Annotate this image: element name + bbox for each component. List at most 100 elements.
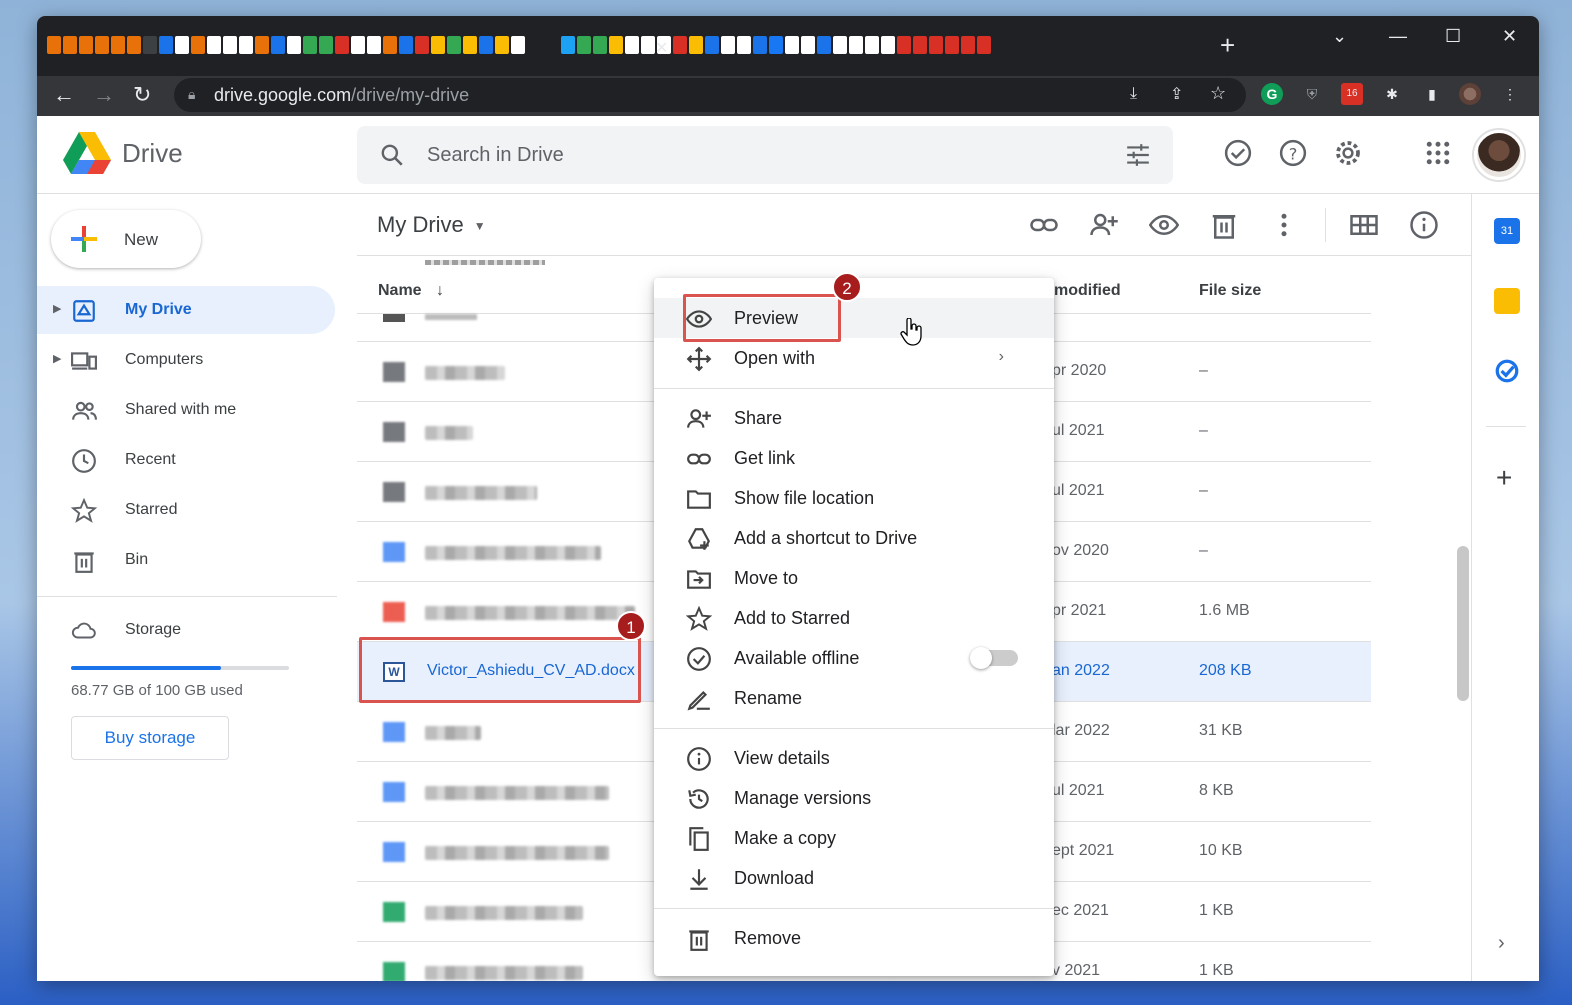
tab-favicon-icon[interactable]: [561, 36, 575, 54]
tab-favicon-icon[interactable]: [431, 36, 445, 54]
grammarly-extension-icon[interactable]: G: [1261, 83, 1283, 105]
buy-storage-button[interactable]: Buy storage: [71, 716, 229, 760]
tab-favicon-icon[interactable]: [383, 36, 397, 54]
tab-favicon-icon[interactable]: [737, 36, 751, 54]
tab-favicon-icon[interactable]: [207, 36, 221, 54]
tab-favicon-icon[interactable]: [849, 36, 863, 54]
tab-favicon-icon[interactable]: [47, 36, 61, 54]
new-button[interactable]: New: [51, 210, 201, 268]
tab-favicon-icon[interactable]: [223, 36, 237, 54]
column-name[interactable]: Name ↓: [378, 282, 444, 300]
tab-favicon-icon[interactable]: [111, 36, 125, 54]
close-window-button[interactable]: ✕: [1502, 26, 1517, 47]
tab-favicon-icon[interactable]: [593, 36, 607, 54]
offline-toggle[interactable]: [970, 647, 1018, 669]
tab-favicon-icon[interactable]: [303, 36, 317, 54]
tab-favicon-icon[interactable]: [881, 36, 895, 54]
maximize-button[interactable]: ☐: [1445, 26, 1461, 47]
tab-favicon-icon[interactable]: [159, 36, 173, 54]
more-vertical-icon[interactable]: [1269, 210, 1299, 240]
calendar-app-icon[interactable]: 31: [1494, 218, 1520, 244]
tab-favicon-icon[interactable]: [239, 36, 253, 54]
tab-favicon-icon[interactable]: [673, 36, 687, 54]
tab-favicon-icon[interactable]: [945, 36, 959, 54]
tab-favicon-icon[interactable]: [495, 36, 509, 54]
menu-item-manage-versions[interactable]: Manage versions: [654, 778, 1054, 818]
eye-icon[interactable]: [1149, 210, 1179, 240]
tab-favicon-icon[interactable]: [865, 36, 879, 54]
shield-extension-icon[interactable]: ⛨: [1301, 83, 1323, 105]
tab-favicon-icon[interactable]: [913, 36, 927, 54]
tab-favicon-icon[interactable]: [479, 36, 493, 54]
profile-avatar[interactable]: [1459, 83, 1481, 105]
tasks-app-icon[interactable]: [1494, 358, 1520, 384]
tab-favicon-icon[interactable]: [769, 36, 783, 54]
sidebar-item-storage[interactable]: Storage: [37, 606, 335, 654]
keep-app-icon[interactable]: [1494, 288, 1520, 314]
tab-search-icon[interactable]: ⌄: [1332, 26, 1347, 47]
tab-favicon-icon[interactable]: [335, 36, 349, 54]
tab-favicon-icon[interactable]: [191, 36, 205, 54]
person-add-icon[interactable]: [1089, 210, 1119, 240]
reload-icon[interactable]: ↻: [133, 82, 151, 108]
new-tab-button[interactable]: +: [1220, 32, 1235, 58]
menu-item-rename[interactable]: Rename: [654, 678, 1054, 718]
menu-item-share[interactable]: Share: [654, 398, 1054, 438]
back-icon[interactable]: ←: [53, 82, 75, 108]
column-modified[interactable]: modified: [1054, 282, 1121, 300]
tab-favicon-icon[interactable]: [689, 36, 703, 54]
search-bar[interactable]: Search in Drive: [357, 126, 1173, 184]
sidebar-item-starred[interactable]: Starred: [37, 486, 335, 534]
link-icon[interactable]: [1029, 210, 1059, 240]
tab-favicon-icon[interactable]: [399, 36, 413, 54]
menu-item-download[interactable]: Download: [654, 858, 1054, 898]
info-icon[interactable]: [1409, 210, 1439, 240]
tab-favicon-icon[interactable]: [929, 36, 943, 54]
menu-item-add-a-shortcut-to-drive[interactable]: Add a shortcut to Drive: [654, 518, 1054, 558]
tab-favicon-icon[interactable]: [351, 36, 365, 54]
sidebar-item-bin[interactable]: Bin: [37, 536, 335, 584]
tab-favicon-icon[interactable]: [801, 36, 815, 54]
forward-icon[interactable]: →: [93, 82, 115, 108]
tab-favicon-icon[interactable]: [175, 36, 189, 54]
tab-favicon-icon[interactable]: [833, 36, 847, 54]
tab-favicon-icon[interactable]: [79, 36, 93, 54]
sidebar-item-recent[interactable]: Recent: [37, 436, 335, 484]
tab-favicon-icon[interactable]: [753, 36, 767, 54]
menu-item-add-to-starred[interactable]: Add to Starred: [654, 598, 1054, 638]
tab-favicon-icon[interactable]: [319, 36, 333, 54]
menu-item-show-file-location[interactable]: Show file location: [654, 478, 1054, 518]
tab-favicon-icon[interactable]: [577, 36, 591, 54]
menu-item-make-a-copy[interactable]: Make a copy: [654, 818, 1054, 858]
tab-favicon-icon[interactable]: [609, 36, 623, 54]
get-addons-plus-icon[interactable]: +: [1496, 462, 1512, 494]
tab-favicon-icon[interactable]: [721, 36, 735, 54]
tab-favicon-icon[interactable]: [367, 36, 381, 54]
tab-favicon-icon[interactable]: [961, 36, 975, 54]
search-icon[interactable]: [379, 142, 405, 168]
tab-favicon-icon[interactable]: [511, 36, 525, 54]
scrollbar[interactable]: [1457, 546, 1469, 701]
search-options-icon[interactable]: [1125, 142, 1151, 168]
tab-favicon-icon[interactable]: [63, 36, 77, 54]
tab-favicon-icon[interactable]: [287, 36, 301, 54]
breadcrumb[interactable]: My Drive ▼: [377, 212, 486, 238]
tab-favicon-icon[interactable]: [95, 36, 109, 54]
tab-favicon-icon[interactable]: [977, 36, 991, 54]
column-file-size[interactable]: File size: [1199, 282, 1261, 300]
search-input[interactable]: Search in Drive: [427, 144, 564, 167]
settings-gear-icon[interactable]: [1333, 138, 1363, 168]
address-bar[interactable]: 🔒︎ drive.google.com/drive/my-drive ⤓ ⇪ ☆: [174, 78, 1246, 112]
menu-item-open-with[interactable]: Open with ›: [654, 338, 1054, 378]
hide-panel-chevron-icon[interactable]: ›: [1498, 932, 1505, 955]
expand-arrow-icon[interactable]: ▶: [53, 352, 61, 365]
sort-down-icon[interactable]: ↓: [436, 282, 444, 299]
tab-favicon-icon[interactable]: [817, 36, 831, 54]
menu-item-get-link[interactable]: Get link: [654, 438, 1054, 478]
tab-favicon-icon[interactable]: [897, 36, 911, 54]
install-icon[interactable]: ⤓: [1130, 85, 1137, 103]
drive-brand[interactable]: Drive: [122, 138, 183, 169]
menu-item-remove[interactable]: Remove: [654, 918, 1054, 958]
calendar-extension-icon[interactable]: 16: [1341, 83, 1363, 105]
tab-favicon-icon[interactable]: [447, 36, 461, 54]
